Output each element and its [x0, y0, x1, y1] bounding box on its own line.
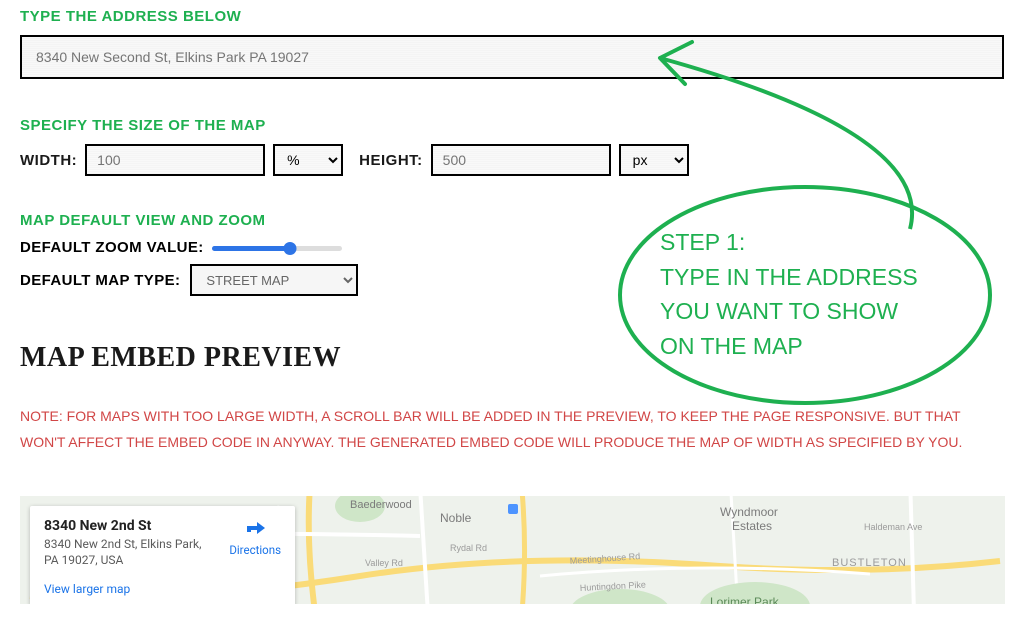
zoom-slider[interactable]	[212, 241, 342, 255]
view-larger-map-link[interactable]: View larger map	[44, 582, 281, 596]
svg-text:Noble: Noble	[440, 511, 472, 525]
specify-size-label: SPECIFY THE SIZE OF THE MAP	[20, 117, 1004, 134]
map-preview[interactable]: Baederwood Noble Wyndmoor Estates BUSTLE…	[20, 496, 1005, 604]
directions-icon	[243, 518, 267, 542]
svg-text:Rydal Rd: Rydal Rd	[450, 543, 487, 553]
width-unit-select[interactable]: %	[273, 144, 343, 176]
default-zoom-label: DEFAULT ZOOM VALUE:	[20, 239, 204, 256]
svg-text:Estates: Estates	[732, 519, 772, 533]
width-input[interactable]	[85, 144, 265, 176]
height-unit-select[interactable]: px	[619, 144, 689, 176]
svg-text:BUSTLETON: BUSTLETON	[832, 557, 907, 569]
width-label: WIDTH:	[20, 152, 77, 169]
note-text: NOTE: FOR MAPS WITH TOO LARGE WIDTH, A S…	[20, 404, 990, 456]
svg-text:Haldeman Ave: Haldeman Ave	[864, 522, 922, 532]
directions-button[interactable]: Directions	[229, 518, 281, 568]
map-card-sub: 8340 New 2nd St, Elkins Park, PA 19027, …	[44, 536, 219, 568]
default-map-type-label: DEFAULT MAP TYPE:	[20, 272, 180, 289]
map-embed-preview-heading: MAP EMBED PREVIEW	[20, 342, 1004, 374]
height-label: HEIGHT:	[359, 152, 423, 169]
height-input[interactable]	[431, 144, 611, 176]
map-type-select[interactable]: STREET MAP	[190, 264, 358, 296]
svg-text:Wyndmoor: Wyndmoor	[720, 505, 778, 519]
address-input[interactable]	[20, 35, 1004, 79]
svg-text:Valley Rd: Valley Rd	[365, 558, 403, 568]
view-zoom-label: MAP DEFAULT VIEW AND ZOOM	[20, 212, 1004, 229]
type-address-label: TYPE THE ADDRESS BELOW	[20, 8, 1004, 25]
map-card-title: 8340 New 2nd St	[44, 518, 219, 534]
map-info-card: 8340 New 2nd St 8340 New 2nd St, Elkins …	[30, 506, 295, 604]
svg-text:Lorimer Park: Lorimer Park	[710, 595, 780, 604]
svg-text:Baederwood: Baederwood	[350, 499, 412, 511]
